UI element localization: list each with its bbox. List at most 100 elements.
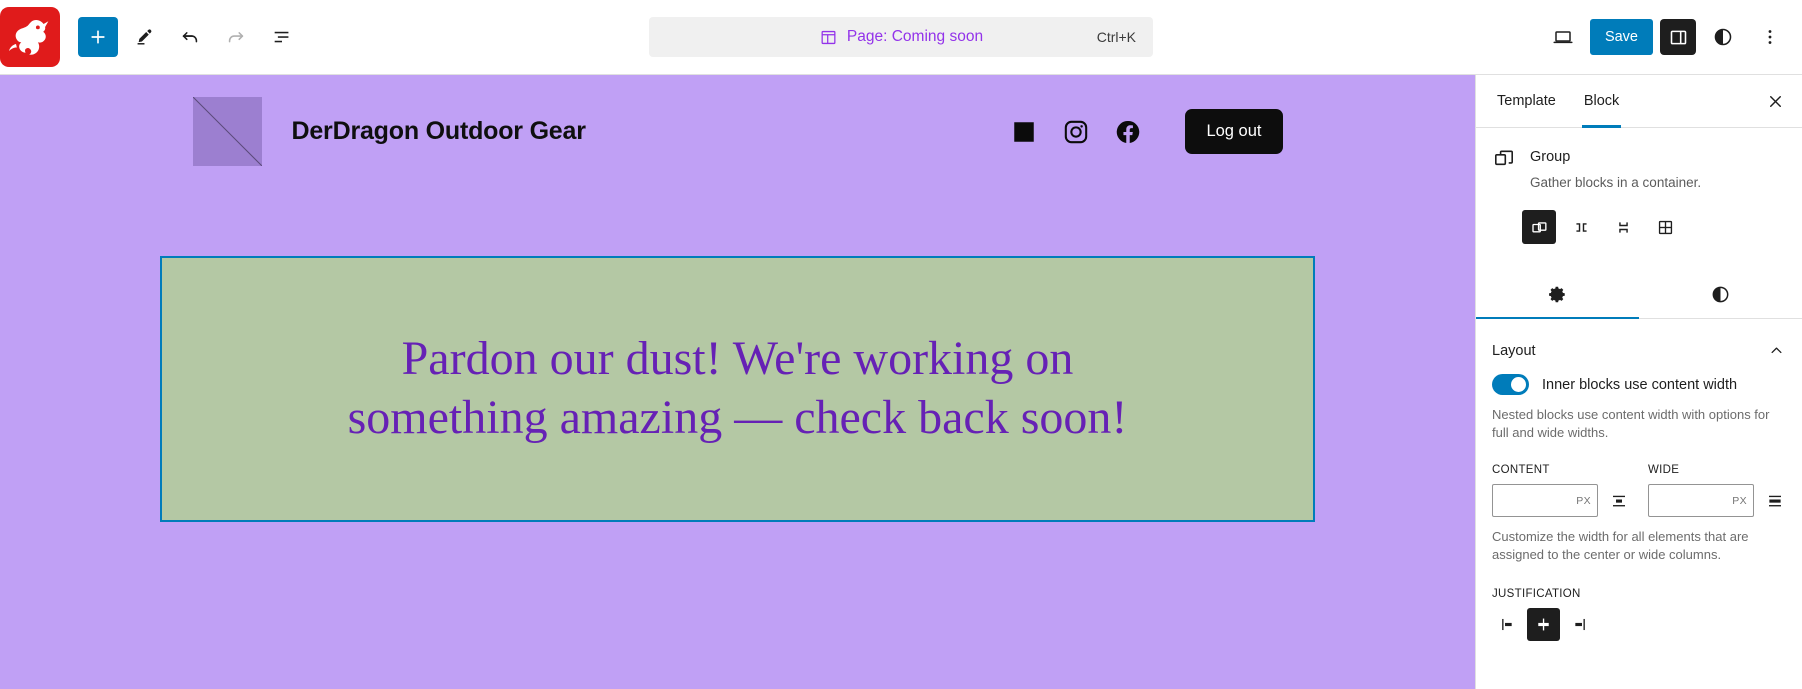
tab-styles[interactable] [1639,270,1802,318]
site-header-block[interactable]: DerDragon Outdoor Gear Log out [192,75,1283,188]
options-menu-button[interactable] [1750,17,1790,57]
width-help-text: Customize the width for all elements tha… [1492,529,1749,562]
block-title: Group [1530,149,1571,165]
content-width-line: PX [1492,484,1630,517]
content-width-control: Content PX [1492,464,1630,517]
variation-row[interactable] [1564,210,1598,244]
block-card-top: Group Gather blocks in a container. [1492,146,1786,192]
justify-left-button[interactable] [1492,608,1525,641]
variation-grid[interactable] [1648,210,1682,244]
template-icon [821,30,836,44]
instagram-icon[interactable] [1063,119,1089,145]
content-width-align-icon[interactable] [1608,486,1630,516]
block-card: Group Gather blocks in a container. [1476,128,1802,244]
contrast-icon [1714,28,1732,46]
styles-button[interactable] [1703,17,1743,57]
inner-blocks-help-text: Nested blocks use content width with opt… [1492,407,1770,440]
justify-right-icon [1575,618,1585,631]
group-icon [1494,150,1513,166]
header-right-group: Log out [1011,109,1283,154]
placeholder-diagonal-icon [192,97,262,166]
block-card-text: Group Gather blocks in a container. [1530,146,1701,192]
chevron-up-icon [1771,347,1782,354]
command-bar-inner: Page: Coming soon [819,28,983,47]
dragon-logo[interactable] [0,7,60,67]
settings-sidebar-toggle[interactable] [1660,19,1696,55]
contrast-icon [1712,286,1729,302]
command-bar-shortcut: Ctrl+K [1096,29,1136,45]
instagram-glyph [1065,120,1088,143]
selected-group-block[interactable]: Pardon our dust! We're working on someth… [160,256,1315,522]
content-width-input-wrap: PX [1492,484,1598,517]
redo-button[interactable] [216,17,256,57]
inner-blocks-toggle-label: Inner blocks use content width [1542,376,1738,393]
settings-sidebar: Template Block Group Gather blocks in a … [1475,75,1802,689]
group-variation-icon [1531,221,1547,232]
sidebar-tabs: Template Block [1476,75,1802,128]
justify-right-button[interactable] [1562,608,1595,641]
justify-left-icon [1502,618,1512,631]
inspector-tabs [1476,270,1802,319]
editor-top-bar: Page: Coming soon Ctrl+K Save [0,0,1802,75]
tab-template[interactable]: Template [1483,75,1570,128]
gear-icon [1549,286,1565,302]
command-bar-label: Page: Coming soon [846,28,984,45]
preview-device-button[interactable] [1543,17,1583,57]
site-title[interactable]: DerDragon Outdoor Gear [292,117,586,146]
width-controls: Content PX [1492,464,1786,517]
justification-options [1492,608,1786,641]
close-icon [1769,95,1781,107]
undo-icon [182,32,198,43]
logout-button[interactable]: Log out [1185,109,1283,154]
kebab-menu-icon [1768,30,1772,44]
justification-label: Justification [1492,588,1581,600]
sidebar-panel-icon [1670,30,1686,44]
editor-canvas[interactable]: DerDragon Outdoor Gear Log out Pardon ou… [0,75,1475,689]
row-variation-icon [1575,222,1587,232]
wide-width-control: Wide PX [1648,464,1786,517]
stack-variation-icon [1618,221,1628,233]
edit-tool-button[interactable] [124,17,164,57]
undo-button[interactable] [170,17,210,57]
command-bar[interactable]: Page: Coming soon Ctrl+K [649,17,1153,57]
site-logo-placeholder[interactable] [192,97,262,166]
redo-icon [228,32,244,43]
wide-width-input[interactable] [1648,484,1754,517]
dragon-logo-icon [2,9,58,65]
variation-group[interactable] [1522,210,1556,244]
plus-icon [91,30,105,44]
editor-app: Page: Coming soon Ctrl+K Save DerDragon … [0,0,1802,689]
save-button[interactable]: Save [1589,19,1653,55]
facebook-icon[interactable] [1115,119,1141,145]
layout-panel-header[interactable]: Layout [1492,335,1786,372]
linkedin-glyph [1014,121,1035,142]
coming-soon-paragraph[interactable]: Pardon our dust! We're working on someth… [298,330,1178,447]
wide-width-input-wrap: PX [1648,484,1754,517]
list-view-icon [274,31,289,43]
wide-width-line: PX [1648,484,1786,517]
block-description: Gather blocks in a container. [1530,175,1702,190]
tab-settings[interactable] [1476,270,1639,319]
grid-variation-icon [1658,220,1672,234]
tab-block[interactable]: Block [1570,75,1633,128]
content-width-input[interactable] [1492,484,1598,517]
justify-center-icon [1538,618,1549,631]
add-block-button[interactable] [78,17,118,57]
editor-tools [78,17,302,57]
wide-width-label: Wide [1648,464,1680,476]
linkedin-icon[interactable] [1011,119,1037,145]
variation-stack[interactable] [1606,210,1640,244]
editor-body: DerDragon Outdoor Gear Log out Pardon ou… [0,75,1802,689]
top-bar-actions: Save [1543,17,1802,57]
layout-panel-title: Layout [1492,342,1536,359]
wide-width-align-icon[interactable] [1764,486,1786,516]
close-settings-button[interactable] [1758,84,1792,118]
laptop-icon [1553,31,1573,44]
align-center-wide-icon [1769,495,1781,506]
justify-center-button[interactable] [1527,608,1560,641]
pencil-icon [137,29,152,45]
inner-blocks-toggle-row: Inner blocks use content width [1492,374,1786,395]
layout-panel: Layout Inner blocks use content width Ne… [1476,319,1802,641]
inner-blocks-content-width-toggle[interactable] [1492,374,1529,395]
list-view-button[interactable] [262,17,302,57]
